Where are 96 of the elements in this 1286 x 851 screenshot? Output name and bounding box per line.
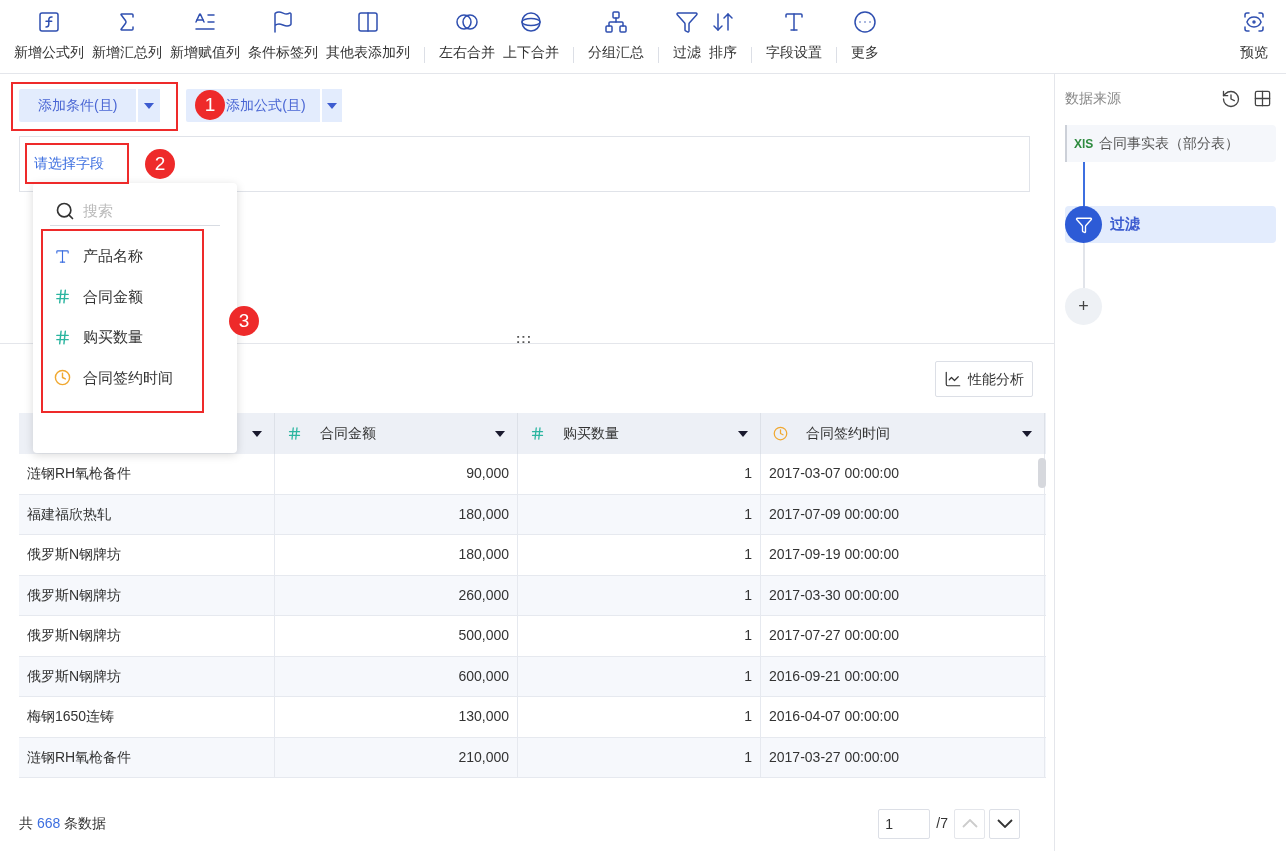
panel-title: 数据来源: [1065, 89, 1121, 108]
toolbar-button[interactable]: 左右合并: [435, 0, 499, 73]
table-cell: 1: [518, 575, 761, 615]
caret-icon: [252, 430, 262, 437]
sort-icon: [711, 10, 735, 34]
preview-icon: [1242, 10, 1266, 34]
table-cell: 2016-09-21 00:00:00: [761, 656, 1045, 696]
table-cell: 500,000: [275, 616, 518, 656]
table-cell: 180,000: [275, 494, 518, 534]
function-icon: [37, 10, 61, 34]
caret-icon: [495, 430, 505, 437]
table-cell: 俄罗斯N钢牌坊: [19, 575, 275, 615]
hierarchy-icon: [604, 10, 628, 34]
page-total: /7: [936, 814, 948, 833]
add-step-button[interactable]: +: [1065, 288, 1102, 325]
table-cell: 180,000: [275, 535, 518, 575]
annotation-number: 3: [229, 306, 259, 336]
field-option[interactable]: 合同金额: [50, 276, 220, 317]
number-type-icon: [287, 426, 302, 441]
toolbar-button[interactable]: 新增公式列: [10, 0, 88, 73]
table-cell: 1: [518, 697, 761, 737]
table-cell: 2017-03-27 00:00:00: [761, 737, 1045, 777]
field-option[interactable]: 产品名称: [50, 236, 220, 277]
table-cell: 2017-07-27 00:00:00: [761, 616, 1045, 656]
caret-icon: [738, 430, 748, 437]
flag-icon: [271, 10, 295, 34]
number-type-icon: [530, 426, 545, 441]
more-icon: [853, 10, 877, 34]
toolbar-button[interactable]: 条件标签列: [244, 0, 322, 73]
clock-icon: [773, 426, 788, 441]
table-cell: 2017-03-30 00:00:00: [761, 575, 1045, 615]
performance-analysis-button[interactable]: 性能分析: [935, 361, 1033, 397]
annotation-number: 2: [145, 149, 175, 179]
table-cell: 涟钢RH氧枪备件: [19, 737, 275, 777]
toolbar-button[interactable]: 排序: [705, 0, 741, 73]
resize-handle[interactable]: :::: [516, 332, 532, 345]
dropdown-button[interactable]: [321, 89, 342, 122]
toolbar-button[interactable]: 新增赋值列: [166, 0, 244, 73]
chevron-down-icon: [996, 819, 1013, 828]
chevron-up-icon: [961, 819, 978, 828]
clock-icon: [54, 369, 71, 387]
table-cell: 2016-04-07 00:00:00: [761, 697, 1045, 737]
table-cell: 600,000: [275, 656, 518, 696]
source-table-item[interactable]: XlS 合同事实表（部分表）: [1065, 125, 1276, 162]
table-cell: 1: [518, 535, 761, 575]
table-cell: 福建福欣热轧: [19, 494, 275, 534]
search-icon: [55, 201, 75, 221]
table-cell: 2017-09-19 00:00:00: [761, 535, 1045, 575]
toolbar-button[interactable]: 更多: [847, 0, 883, 73]
toolbar-button[interactable]: 其他表添加列: [322, 0, 414, 73]
file-type-label: XlS: [1074, 135, 1094, 153]
scrollbar[interactable]: [1038, 458, 1046, 488]
table-cell: 俄罗斯N钢牌坊: [19, 535, 275, 575]
filter-icon: [675, 10, 699, 34]
add-condition-button[interactable]: 添加条件(且): [19, 89, 137, 122]
record-count: 共 668 条数据: [19, 814, 107, 833]
caret-icon: [326, 102, 337, 109]
table-cell: 俄罗斯N钢牌坊: [19, 656, 275, 696]
toolbar-button[interactable]: 新增汇总列: [88, 0, 166, 73]
next-page-button[interactable]: [989, 808, 1020, 839]
sphere-icon: [519, 10, 543, 34]
caret-icon: [1022, 430, 1032, 437]
table-cell: 涟钢RH氧枪备件: [19, 454, 275, 494]
toolbar-button[interactable]: 上下合并: [499, 0, 563, 73]
table-cell: 90,000: [275, 454, 518, 494]
table-cell: 俄罗斯N钢牌坊: [19, 616, 275, 656]
table-cell: 260,000: [275, 575, 518, 615]
field-option[interactable]: 购买数量: [50, 317, 220, 358]
search-field[interactable]: 搜索: [83, 199, 203, 223]
dropdown-button[interactable]: [138, 89, 161, 122]
text-type-icon: [54, 247, 71, 265]
table-cell: 2017-07-09 00:00:00: [761, 494, 1045, 534]
toolbar-button[interactable]: 字段设置: [762, 0, 826, 73]
table-cell: 1: [518, 616, 761, 656]
table-cell: 1: [518, 494, 761, 534]
history-icon[interactable]: [1221, 88, 1241, 109]
table-cell: 130,000: [275, 697, 518, 737]
toolbar-button[interactable]: 预览: [1236, 0, 1272, 73]
table-cell: 1: [518, 454, 761, 494]
toolbar-button[interactable]: 分组汇总: [584, 0, 648, 73]
filter-step[interactable]: 过滤: [1065, 206, 1276, 243]
caret-icon: [144, 102, 155, 109]
page-input[interactable]: 1: [878, 808, 931, 839]
columns-icon: [356, 10, 380, 34]
table-cell: 1: [518, 737, 761, 777]
table-cell: 210,000: [275, 737, 518, 777]
table-cell: 梅钢1650连铸: [19, 697, 275, 737]
toolbar-button[interactable]: 过滤: [669, 0, 705, 73]
number-type-icon: [54, 328, 71, 346]
field-option[interactable]: 合同签约时间: [50, 357, 220, 398]
field-select-link[interactable]: 请选择字段: [34, 153, 104, 174]
filter-icon: [1065, 206, 1102, 243]
number-type-icon: [54, 288, 71, 306]
text-settings-icon: [782, 10, 806, 34]
table-cell: 1: [518, 656, 761, 696]
chart-icon: [944, 370, 962, 388]
